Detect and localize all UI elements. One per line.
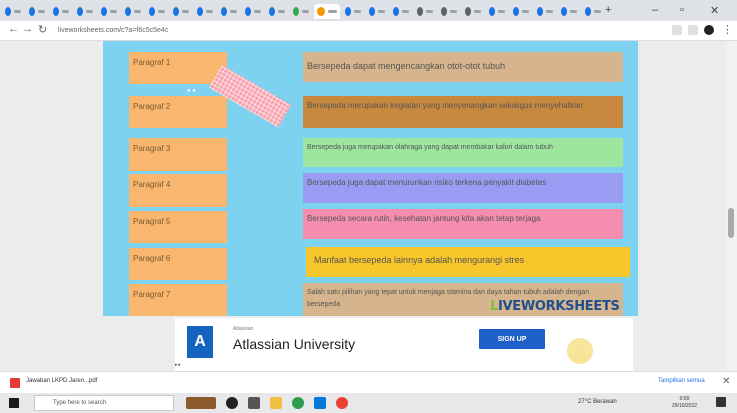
chrome-icon[interactable] <box>336 397 348 409</box>
taskbar: ⌕ Type here to search 27°C Berawan 0:002… <box>0 393 737 413</box>
browser-tab[interactable] <box>414 4 436 19</box>
clock[interactable]: 0:00 29/10/2022 <box>672 396 697 410</box>
browser-tab[interactable] <box>582 4 604 19</box>
sign-up-button[interactable]: SIGN UP <box>479 329 545 349</box>
file-explorer-icon[interactable] <box>270 397 282 409</box>
answer-sentence[interactable]: Bersepeda dapat mengencangkan otot-otot … <box>303 52 623 82</box>
browser-tab[interactable] <box>74 4 96 19</box>
browser-tab[interactable] <box>534 4 556 19</box>
browser-tab[interactable] <box>390 4 412 19</box>
ad-choices-icon[interactable]: ▸◂ <box>175 362 180 368</box>
browser-toolbar: ← → ↻ liveworksheets.com/c?a=f6c5c5e4c ⋮ <box>0 21 737 41</box>
paragraph-label[interactable]: Paragraf 6 <box>129 248 227 280</box>
browser-tab[interactable] <box>194 4 216 19</box>
download-item[interactable]: Jawaban LKPD Jaren...pdf <box>26 378 97 384</box>
minimize-icon[interactable]: – <box>652 4 658 16</box>
liveworksheets-logo: LIVEWORKSHEETS <box>490 299 620 314</box>
windows-start-icon[interactable] <box>9 398 19 408</box>
cortana-icon[interactable] <box>226 397 238 409</box>
browser-tab[interactable] <box>266 4 288 19</box>
taskbar-search-input[interactable]: Type here to search <box>34 395 174 411</box>
browser-tab[interactable] <box>2 4 24 19</box>
paragraph-label[interactable]: Paragraf 5 <box>129 211 227 243</box>
answer-sentence[interactable]: Bersepeda merupakan kegiatan yang menyen… <box>303 96 623 128</box>
browser-tab[interactable] <box>342 4 364 19</box>
paragraph-label[interactable]: Paragraf 2 <box>129 96 227 128</box>
task-view-icon[interactable] <box>248 397 260 409</box>
ad-decoration <box>567 338 593 364</box>
browser-tab[interactable] <box>366 4 388 19</box>
browser-tab[interactable] <box>50 4 72 19</box>
weather-widget[interactable]: 27°C Berawan <box>578 399 617 405</box>
browser-tab[interactable] <box>146 4 168 19</box>
page-content: Paragraf 1 Paragraf 2 Paragraf 3 Paragra… <box>0 41 737 371</box>
worksheet: Paragraf 1 Paragraf 2 Paragraf 3 Paragra… <box>103 41 638 316</box>
connector-dots: ● ● <box>187 88 196 94</box>
new-tab-button[interactable]: + <box>605 4 611 16</box>
browser-tab-active[interactable] <box>314 4 340 19</box>
browser-tab[interactable] <box>242 4 264 19</box>
browser-tab[interactable] <box>290 4 312 19</box>
browser-tab[interactable] <box>170 4 192 19</box>
extensions-icon[interactable] <box>672 25 682 35</box>
browser-tab[interactable] <box>98 4 120 19</box>
answer-sentence[interactable]: Bersepeda juga merupakan olahraga yang d… <box>303 138 623 167</box>
browser-tab[interactable] <box>26 4 48 19</box>
tab-strip: + – ▫ ✕ <box>0 0 737 21</box>
browser-tab[interactable] <box>438 4 460 19</box>
pdf-file-icon <box>10 378 20 388</box>
browser-tab[interactable] <box>486 4 508 19</box>
store-icon[interactable] <box>314 397 326 409</box>
browser-tab[interactable] <box>462 4 484 19</box>
download-bar: Jawaban LKPD Jaren...pdf Tampilkan semua… <box>0 371 737 393</box>
browser-tab[interactable] <box>122 4 144 19</box>
reload-icon[interactable]: ↻ <box>38 23 47 36</box>
scrollbar-thumb[interactable] <box>728 208 734 238</box>
show-all-downloads-button[interactable]: Tampilkan semua <box>658 378 705 384</box>
close-download-bar-icon[interactable]: ✕ <box>722 376 730 387</box>
ad-sponsor: Atlassian <box>233 326 254 332</box>
menu-icon[interactable]: ⋮ <box>722 23 733 36</box>
paragraph-label[interactable]: Paragraf 7 <box>129 284 227 316</box>
browser-tab[interactable] <box>218 4 240 19</box>
forward-icon[interactable]: → <box>22 23 33 35</box>
ad-banner[interactable]: A Atlassian Atlassian University SIGN UP… <box>175 318 633 371</box>
browser-tab[interactable] <box>558 4 580 19</box>
close-icon[interactable]: ✕ <box>710 4 719 17</box>
address-bar[interactable]: liveworksheets.com/c?a=f6c5c5e4c <box>58 25 658 37</box>
back-icon[interactable]: ← <box>8 23 19 35</box>
maximize-icon[interactable]: ▫ <box>680 4 684 16</box>
browser-tab[interactable] <box>510 4 532 19</box>
notification-icon[interactable] <box>716 397 726 407</box>
answer-sentence[interactable]: Manfaat bersepeda lainnya adalah mengura… <box>306 247 630 277</box>
tab-search-icon[interactable] <box>688 25 698 35</box>
atlassian-logo: A <box>187 326 213 358</box>
paragraph-label[interactable]: Paragraf 4 <box>129 174 227 207</box>
paragraph-label[interactable]: Paragraf 3 <box>129 138 227 171</box>
profile-avatar[interactable] <box>704 25 714 35</box>
edge-icon[interactable] <box>292 397 304 409</box>
taskbar-thumbnail <box>186 397 216 409</box>
answer-sentence[interactable]: Bersepeda juga dapat menurunkan risiko t… <box>303 173 623 203</box>
answer-sentence[interactable]: Bersepeda secara rutin, kesehatan jantun… <box>303 209 623 239</box>
ad-title: Atlassian University <box>233 336 356 352</box>
page-scrollbar[interactable] <box>725 41 737 371</box>
